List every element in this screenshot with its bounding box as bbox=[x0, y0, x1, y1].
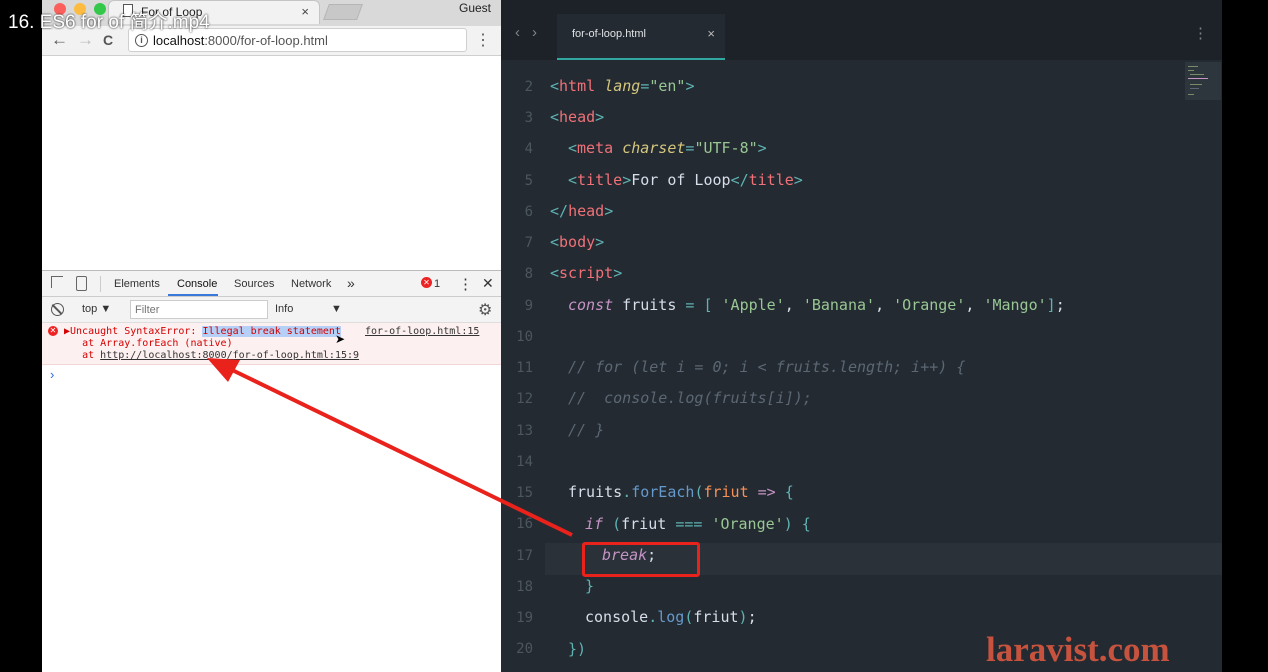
tab-elements[interactable]: Elements bbox=[114, 278, 160, 290]
editor-nav-icon[interactable]: ‹› bbox=[515, 24, 549, 41]
code-line: // console.log(fruits[i]); bbox=[568, 389, 812, 407]
line-number: 15 bbox=[516, 485, 533, 501]
line-number: 8 bbox=[524, 266, 533, 282]
tab-close-icon[interactable]: × bbox=[301, 4, 309, 19]
code-line: <head> bbox=[550, 108, 605, 126]
error-line-1: ▶Uncaught SyntaxError: Illegal break sta… bbox=[64, 326, 341, 337]
code-line: <html lang="en"> bbox=[550, 77, 695, 95]
line-number: 13 bbox=[516, 423, 533, 439]
browser-window: For of Loop × Guest ← → C i localhost:80… bbox=[42, 0, 501, 672]
active-tab-indicator bbox=[168, 294, 218, 296]
error-stack-link[interactable]: http://localhost:8000/for-of-loop.html:1… bbox=[100, 350, 359, 361]
line-number: 11 bbox=[516, 360, 533, 376]
line-number: 5 bbox=[524, 173, 533, 189]
line-number: 19 bbox=[516, 610, 533, 626]
error-badge-icon: ✕ bbox=[421, 277, 432, 288]
url-host: localhost bbox=[153, 33, 205, 48]
context-select[interactable]: top ▼ bbox=[82, 303, 111, 315]
more-tabs-icon[interactable]: » bbox=[347, 275, 355, 291]
device-toolbar-icon[interactable] bbox=[76, 276, 87, 291]
code-line: <script> bbox=[550, 264, 623, 282]
error-highlight: Illegal break statement bbox=[202, 326, 341, 337]
tab-network[interactable]: Network bbox=[291, 278, 331, 290]
error-icon: ✕ bbox=[48, 326, 58, 336]
clear-console-icon[interactable] bbox=[51, 303, 64, 316]
error-count[interactable]: 1 bbox=[434, 278, 440, 290]
editor-tabbar: ‹› for-of-loop.html × ⋮ bbox=[501, 0, 1222, 60]
line-number: 12 bbox=[516, 391, 533, 407]
url-text: localhost:8000/for-of-loop.html bbox=[153, 33, 328, 48]
code-line: <body> bbox=[550, 233, 605, 251]
error-line-2: at Array.forEach (native) bbox=[58, 338, 233, 349]
tab-sources[interactable]: Sources bbox=[234, 278, 274, 290]
code-area[interactable]: 2 3 4 5 6 7 8 9 10 11 12 13 14 15 16 17 … bbox=[501, 60, 1222, 672]
line-number: 4 bbox=[524, 141, 533, 157]
code-line: }) bbox=[568, 640, 587, 658]
line-number: 6 bbox=[524, 204, 533, 220]
code-line: // } bbox=[568, 421, 605, 439]
line-number: 2 bbox=[524, 79, 533, 95]
line-number: 14 bbox=[516, 454, 533, 470]
editor-tab-close-icon[interactable]: × bbox=[707, 26, 715, 41]
line-number: 18 bbox=[516, 579, 533, 595]
line-number: 10 bbox=[516, 329, 533, 345]
code-line: fruits.forEach(friut => { bbox=[568, 483, 794, 501]
console-prompt[interactable]: › bbox=[50, 367, 54, 382]
code-line: // for (let i = 0; i < fruits.length; i+… bbox=[568, 358, 966, 376]
browser-menu-icon[interactable]: ⋮ bbox=[475, 30, 491, 50]
console-filterbar: top ▼ Info▼ ⚙ bbox=[42, 297, 501, 323]
code-line: </head> bbox=[550, 202, 614, 220]
watermark: laravist.com bbox=[986, 630, 1170, 669]
devtools-menu-icon[interactable]: ⋮ bbox=[458, 275, 473, 293]
devtools-panel: Elements Console Sources Network » ✕ 1 ⋮… bbox=[42, 270, 501, 672]
divider bbox=[100, 276, 101, 292]
url-path: :8000/for-of-loop.html bbox=[204, 33, 328, 48]
code-line: if (friut === 'Orange') { bbox=[585, 515, 811, 533]
code-line: } bbox=[585, 577, 595, 595]
level-value: Info bbox=[275, 303, 294, 315]
settings-gear-icon[interactable]: ⚙ bbox=[478, 300, 492, 320]
screen: For of Loop × Guest ← → C i localhost:80… bbox=[0, 0, 1268, 672]
code-line: <meta charset="UTF-8"> bbox=[568, 139, 767, 157]
error-prefix: ▶Uncaught SyntaxError: bbox=[64, 326, 203, 337]
filter-input[interactable] bbox=[130, 300, 268, 319]
devtools-tabbar: Elements Console Sources Network » ✕ 1 ⋮… bbox=[42, 271, 501, 297]
code-line: <title>For of Loop</title> bbox=[568, 171, 803, 189]
error-source-link[interactable]: for-of-loop.html:15 bbox=[365, 326, 479, 337]
level-select[interactable]: Info ▼ bbox=[275, 303, 345, 315]
inspect-icon[interactable] bbox=[51, 276, 63, 288]
guest-profile[interactable]: Guest bbox=[459, 1, 491, 15]
editor-menu-icon[interactable]: ⋮ bbox=[1193, 24, 1208, 42]
line-number: 16 bbox=[516, 516, 533, 532]
new-tab-button[interactable] bbox=[323, 4, 363, 20]
video-title: 16. ES6 for of 简介.mp4 bbox=[8, 12, 210, 33]
error-line-3-prefix: at bbox=[58, 350, 101, 361]
info-icon[interactable]: i bbox=[135, 34, 148, 47]
line-number: 3 bbox=[524, 110, 533, 126]
code-line: console.log(friut); bbox=[585, 608, 757, 626]
devtools-close-icon[interactable]: ✕ bbox=[482, 275, 494, 292]
editor-tab-label: for-of-loop.html bbox=[572, 28, 646, 40]
console-error-message[interactable]: ✕ ▶Uncaught SyntaxError: Illegal break s… bbox=[42, 323, 501, 365]
line-number: 9 bbox=[524, 298, 533, 314]
code-line: const fruits = [ 'Apple', 'Banana', 'Ora… bbox=[568, 296, 1065, 314]
annotation-box bbox=[582, 542, 700, 577]
mouse-cursor-icon: ➤ bbox=[335, 332, 346, 346]
tab-console[interactable]: Console bbox=[177, 278, 217, 290]
context-value: top bbox=[82, 303, 98, 315]
line-number: 7 bbox=[524, 235, 533, 251]
code-editor: ‹› for-of-loop.html × ⋮ 2 3 4 5 6 7 8 9 … bbox=[501, 0, 1222, 672]
line-number: 17 bbox=[516, 548, 533, 564]
error-line-3: at http://localhost:8000/for-of-loop.htm… bbox=[58, 350, 359, 361]
line-number: 20 bbox=[516, 641, 533, 657]
editor-tab[interactable]: for-of-loop.html × bbox=[557, 14, 725, 60]
